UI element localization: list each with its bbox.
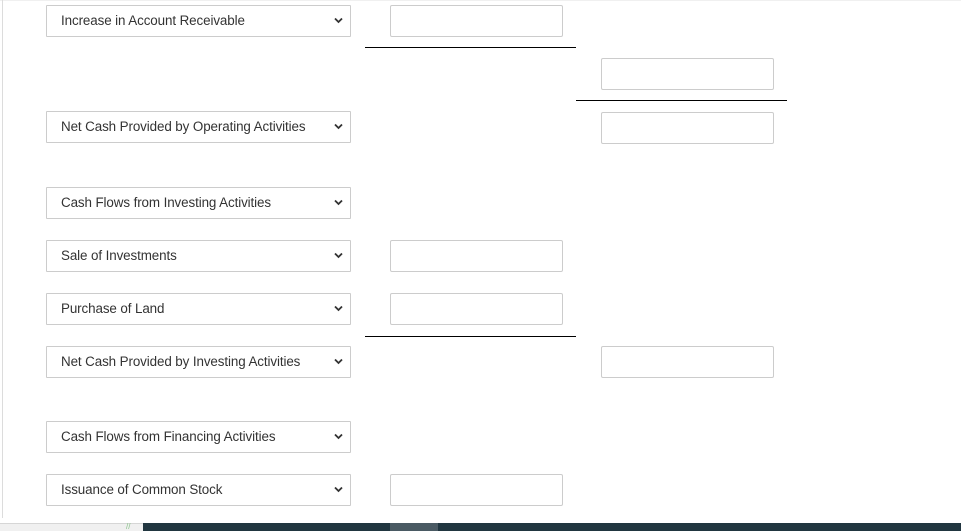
top-divider (0, 0, 961, 1)
account-select-net-investing[interactable]: Net Cash Provided by Investing Activitie… (46, 346, 351, 378)
account-select-financing-header[interactable]: Cash Flows from Financing Activities (46, 421, 351, 453)
select-label: Purchase of Land (61, 301, 165, 316)
select-label: Net Cash Provided by Investing Activitie… (61, 354, 301, 369)
chevron-down-icon (334, 486, 343, 493)
taskbar-active-item[interactable] (390, 523, 438, 531)
chevron-down-icon (334, 199, 343, 206)
left-divider (2, 0, 3, 518)
amount-input-ar[interactable] (390, 5, 563, 37)
chevron-down-icon (334, 123, 343, 130)
select-label: Cash Flows from Financing Activities (61, 429, 276, 444)
subtotal-underline (365, 47, 576, 48)
chevron-down-icon (334, 305, 343, 312)
account-select-sale-investments[interactable]: Sale of Investments (46, 240, 351, 272)
amount-input-purchase-land[interactable] (390, 293, 563, 325)
total-underline (576, 100, 787, 101)
select-label: Net Cash Provided by Operating Activitie… (61, 119, 306, 134)
amount-input-common-stock[interactable] (390, 474, 563, 506)
account-select-ar[interactable]: Increase in Account Receivable (46, 5, 351, 37)
select-label: Cash Flows from Investing Activities (61, 195, 271, 210)
chevron-down-icon (334, 358, 343, 365)
select-label: Issuance of Common Stock (61, 482, 223, 497)
account-select-investing-header[interactable]: Cash Flows from Investing Activities (46, 187, 351, 219)
subtotal-underline (365, 336, 576, 337)
amount-input-net-investing[interactable] (601, 346, 774, 378)
status-bar (0, 523, 143, 531)
account-select-purchase-land[interactable]: Purchase of Land (46, 293, 351, 325)
taskbar (143, 523, 961, 531)
chevron-down-icon (334, 252, 343, 259)
select-label: Increase in Account Receivable (61, 13, 245, 28)
amount-input-net-operating[interactable] (601, 112, 774, 144)
account-select-common-stock[interactable]: Issuance of Common Stock (46, 474, 351, 506)
chevron-down-icon (334, 17, 343, 24)
resize-grip-icon[interactable]: // (126, 523, 136, 531)
account-select-net-operating[interactable]: Net Cash Provided by Operating Activitie… (46, 111, 351, 143)
amount-input-sale-investments[interactable] (390, 240, 563, 272)
select-label: Sale of Investments (61, 248, 177, 263)
amount-input-operating-subtotal[interactable] (601, 58, 774, 90)
chevron-down-icon (334, 433, 343, 440)
